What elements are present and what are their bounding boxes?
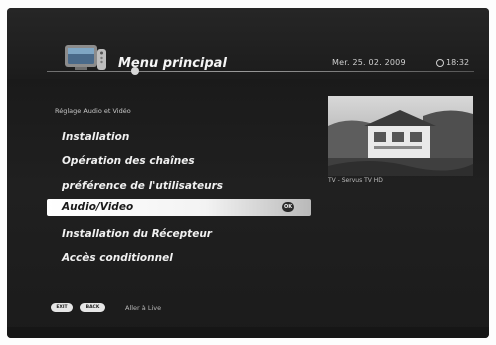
menu-item-receiver-installation[interactable]: Installation du Récepteur <box>62 228 212 240</box>
tv-remote-logo-icon <box>65 45 106 70</box>
clock-icon <box>436 59 444 67</box>
menu-item-installation[interactable]: Installation <box>62 131 129 143</box>
menu-item-label: Audio/Video <box>62 201 134 213</box>
header-divider-dot <box>131 67 139 75</box>
tv-preview-thumbnail <box>328 96 473 176</box>
header-divider <box>47 71 474 72</box>
menu-item-conditional-access[interactable]: Accès conditionnel <box>62 252 173 264</box>
ok-button-icon: OK <box>282 202 294 212</box>
menu-item-audio-video[interactable]: Audio/Video OK <box>47 199 311 216</box>
menu-item-label: Installation du Récepteur <box>62 228 212 240</box>
date-display: Mer. 25. 02. 2009 <box>332 58 406 67</box>
menu-item-label: Accès conditionnel <box>62 252 173 264</box>
time-display: 18:32 <box>446 58 470 67</box>
menu-item-channel-operation[interactable]: Opération des chaînes <box>62 155 195 167</box>
tv-menu-screen: Menu principal Mer. 25. 02. 2009 18:32 R… <box>7 8 489 338</box>
footer-hint: Aller à Live <box>125 304 162 312</box>
back-button[interactable]: BACK <box>80 303 105 312</box>
bottom-bar <box>7 327 489 338</box>
menu-item-label: préférence de l'utilisateurs <box>62 180 224 192</box>
menu-item-label: Opération des chaînes <box>62 155 195 167</box>
menu-item-label: Installation <box>62 131 130 143</box>
header-bar: Menu principal Mer. 25. 02. 2009 18:32 <box>7 8 489 79</box>
section-label: Réglage Audio et Vidéo <box>55 107 131 115</box>
preview-caption: TV - Servus TV HD <box>328 177 383 184</box>
menu-item-user-preferences[interactable]: préférence de l'utilisateurs <box>62 180 223 192</box>
exit-button[interactable]: EXIT <box>51 303 73 312</box>
